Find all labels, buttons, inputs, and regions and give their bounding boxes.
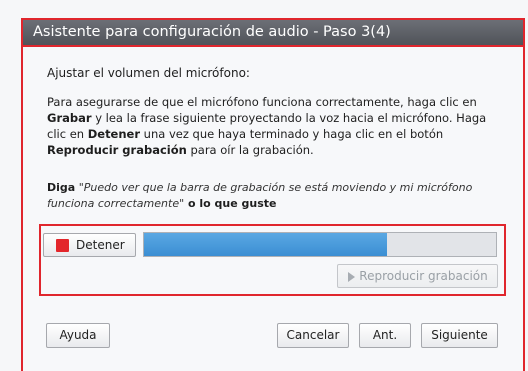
paragraph-bold-record: Grabar — [47, 111, 92, 125]
next-button[interactable]: Siguiente — [421, 323, 498, 348]
say-tail: o lo que guste — [184, 197, 277, 210]
stop-icon — [56, 239, 69, 252]
window-title: Asistente para configuración de audio - … — [21, 18, 525, 47]
paragraph-text: una vez que haya terminado y haga clic e… — [140, 127, 444, 141]
instructions-paragraph: Para asegurarse de que el micrófono func… — [47, 94, 507, 158]
play-icon — [348, 272, 355, 282]
recording-level-fill — [144, 233, 387, 256]
cancel-button[interactable]: Cancelar — [277, 323, 349, 348]
play-recording-label: Reproducir grabación — [359, 269, 488, 283]
paragraph-bold-stop: Detener — [87, 127, 141, 141]
recording-level-bar — [143, 232, 497, 257]
play-recording-button[interactable]: Reproducir grabación — [337, 264, 498, 288]
help-button[interactable]: Ayuda — [46, 323, 110, 348]
audio-wizard-window: Asistente para configuración de audio - … — [0, 0, 528, 371]
say-phrase-instruction: Diga "Puedo ver que la barra de grabació… — [47, 180, 507, 212]
paragraph-bold-play: Reproducir grabación — [47, 143, 187, 157]
stop-button[interactable]: Detener — [43, 233, 136, 257]
step-heading: Ajustar el volumen del micrófono: — [47, 66, 250, 80]
say-label: Diga — [47, 181, 76, 194]
highlight-frame-right — [523, 47, 525, 371]
paragraph-text: Para asegurarse de que el micrófono func… — [47, 95, 477, 109]
paragraph-text: para oír la grabación. — [186, 143, 314, 157]
stop-button-label: Detener — [76, 238, 125, 252]
back-button[interactable]: Ant. — [359, 323, 411, 348]
